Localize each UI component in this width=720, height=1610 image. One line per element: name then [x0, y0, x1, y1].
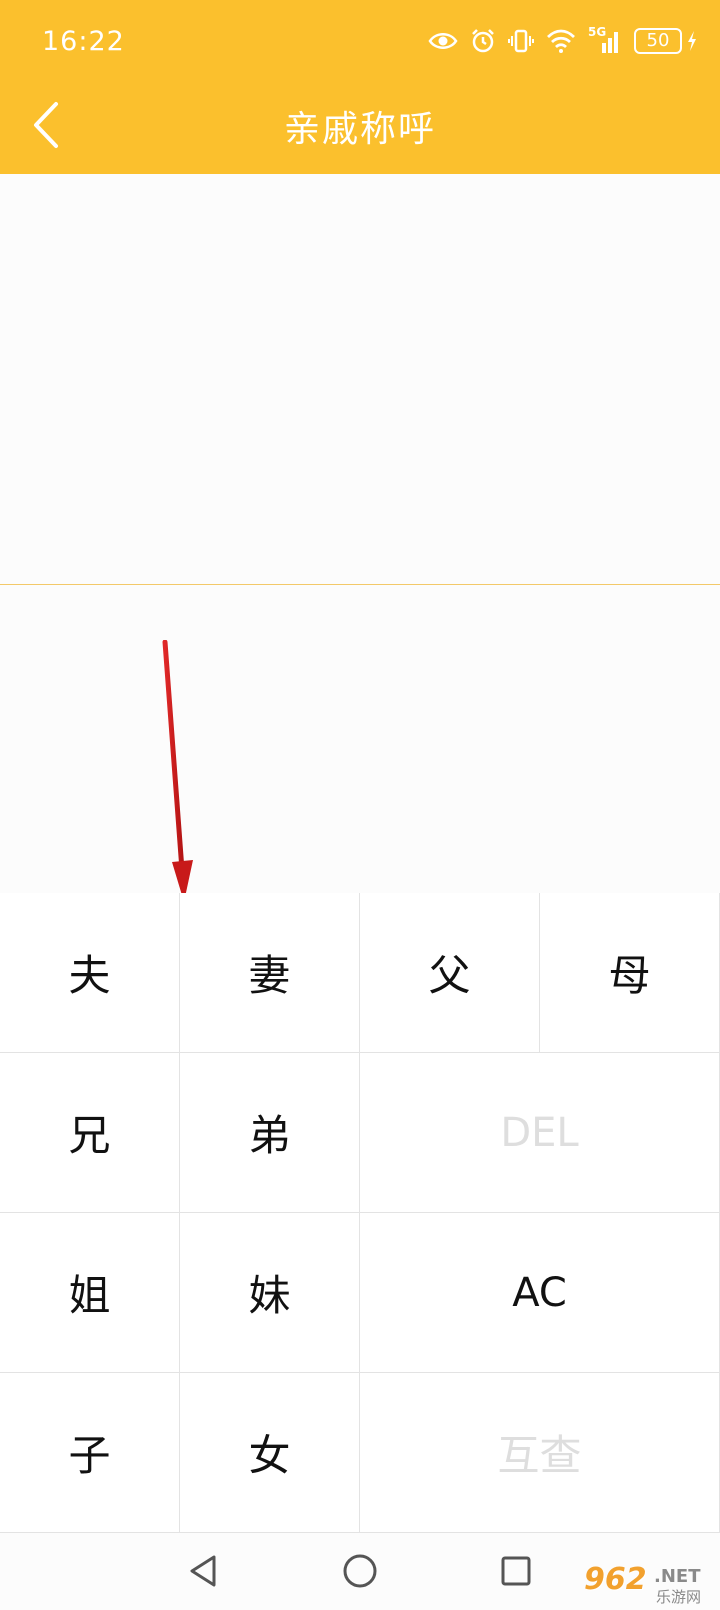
- key-elder-sister[interactable]: 姐: [0, 1213, 180, 1373]
- status-time: 16:22: [42, 26, 125, 57]
- home-circle-icon[interactable]: [340, 1551, 380, 1591]
- vibrate-icon: [508, 29, 534, 53]
- result-display: [0, 585, 720, 891]
- watermark-tagline: 乐游网: [656, 1588, 702, 1606]
- battery-level: 50: [634, 28, 682, 54]
- back-triangle-icon[interactable]: [184, 1551, 224, 1591]
- eye-icon: [428, 33, 458, 49]
- status-icons: 5G 50: [428, 24, 698, 58]
- key-younger-brother[interactable]: 弟: [180, 1053, 360, 1213]
- relation-keypad: 夫 妻 父 母 兄 弟 DEL 姐 妹 AC 子 女 互查: [0, 893, 720, 1533]
- mutual-lookup-button[interactable]: 互查: [360, 1373, 720, 1533]
- app-header: 16:22 5G 50 亲戚称呼: [0, 0, 720, 174]
- page-title: 亲戚称呼: [283, 109, 436, 150]
- clear-button[interactable]: AC: [360, 1213, 720, 1373]
- key-younger-sister[interactable]: 妹: [180, 1213, 360, 1373]
- key-daughter[interactable]: 女: [180, 1373, 360, 1533]
- system-navbar: 962 .NET 乐游网: [0, 1533, 720, 1610]
- delete-button[interactable]: DEL: [360, 1053, 720, 1213]
- recents-square-icon[interactable]: [496, 1551, 536, 1591]
- watermark-brand: 962: [584, 1562, 647, 1597]
- key-son[interactable]: 子: [0, 1373, 180, 1533]
- expression-display: [0, 174, 720, 584]
- key-mother[interactable]: 母: [540, 893, 720, 1053]
- watermark-suffix: .NET: [654, 1566, 701, 1587]
- signal-icon: 5G: [588, 25, 622, 55]
- key-father[interactable]: 父: [360, 893, 540, 1053]
- wifi-icon: [547, 29, 575, 53]
- alarm-icon: [472, 29, 494, 53]
- charging-icon: [688, 31, 696, 51]
- annotation-arrow-icon: [162, 640, 193, 902]
- key-wife[interactable]: 妻: [180, 893, 360, 1053]
- site-watermark: 962 .NET 乐游网: [584, 1562, 714, 1606]
- key-husband[interactable]: 夫: [0, 893, 180, 1053]
- battery-icon: 50: [634, 28, 698, 54]
- key-elder-brother[interactable]: 兄: [0, 1053, 180, 1213]
